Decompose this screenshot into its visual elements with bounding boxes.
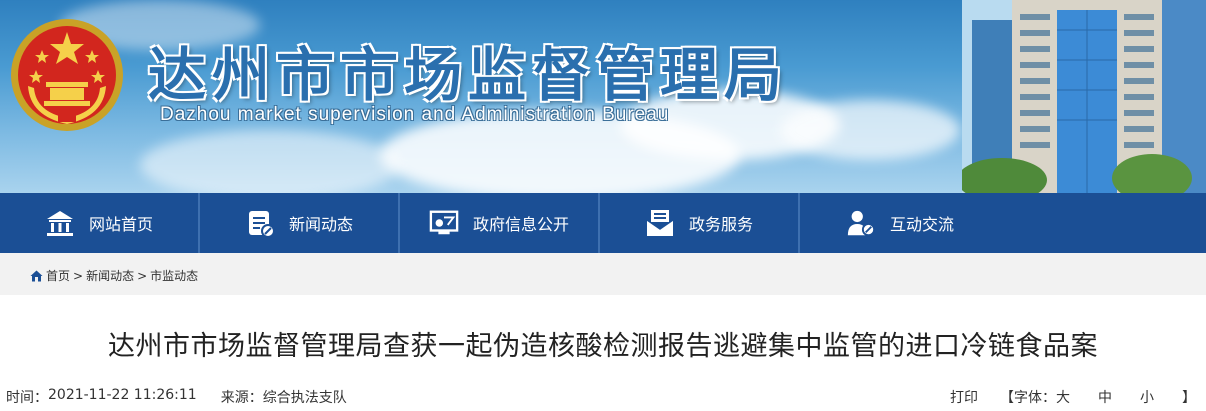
- nav-item-label: 政务服务: [688, 215, 753, 234]
- home-icon: [45, 208, 75, 238]
- font-size-label: 字体：: [1014, 390, 1056, 406]
- font-open-bracket: 【: [1000, 390, 1014, 406]
- breadcrumb: 首页 > 新闻动态 > 市监动态: [30, 267, 198, 284]
- article-title: 达州市市场监督管理局查获一起伪造核酸检测报告逃避集中监管的进口冷链食品案: [108, 331, 1098, 362]
- font-medium-button[interactable]: 中: [1098, 387, 1112, 407]
- breadcrumb-city-news[interactable]: 市监动态: [150, 267, 198, 284]
- breadcrumb-home[interactable]: 首页: [46, 267, 70, 284]
- breadcrumb-bar: 首页 > 新闻动态 > 市监动态: [0, 253, 1206, 295]
- nav-item-info-disclosure[interactable]: 政府信息公开: [400, 193, 600, 253]
- site-banner: 达州市市场监督管理局 Dazhou market supervision and…: [0, 0, 1206, 193]
- meta-spacer: [197, 387, 221, 407]
- article-tools: 打印 【 字体： 大 中 小 】: [950, 387, 1196, 407]
- info-disclosure-icon: [429, 208, 459, 238]
- nav-item-label: 网站首页: [88, 215, 153, 234]
- cloud-decoration: [140, 130, 400, 193]
- bureau-building-image: [962, 0, 1206, 193]
- breadcrumb-separator: >: [137, 268, 148, 283]
- nav-item-news[interactable]: 新闻动态: [200, 193, 400, 253]
- site-title: 达州市市场监督管理局: [148, 41, 789, 109]
- service-mail-icon: [645, 208, 675, 238]
- nav-item-service[interactable]: 政务服务: [600, 193, 800, 253]
- publish-time: 2021-11-22 11:26:11: [48, 387, 197, 403]
- national-emblem-icon: [11, 19, 123, 131]
- time-label: 时间：: [6, 390, 48, 406]
- article-meta: 时间： 2021-11-22 11:26:11 来源： 综合执法支队: [6, 387, 347, 407]
- main-nav: 网站首页 新闻动态 政府信息公开 政务服务 互动交流: [0, 193, 1206, 253]
- nav-item-label: 互动交流: [889, 215, 954, 234]
- site-subtitle: Dazhou market supervision and Administra…: [160, 104, 670, 125]
- breadcrumb-separator: >: [73, 268, 84, 283]
- home-icon: [30, 270, 43, 282]
- nav-item-label: 新闻动态: [288, 215, 353, 234]
- article-source: 综合执法支队: [262, 390, 347, 406]
- news-icon: [245, 208, 275, 238]
- source-label: 来源：: [220, 390, 263, 406]
- nav-item-label: 政府信息公开: [472, 215, 569, 234]
- font-large-button[interactable]: 大: [1056, 387, 1070, 407]
- nav-item-home[interactable]: 网站首页: [0, 193, 200, 253]
- breadcrumb-news[interactable]: 新闻动态: [86, 267, 134, 284]
- font-close-bracket: 】: [1182, 390, 1196, 406]
- font-small-button[interactable]: 小: [1140, 387, 1154, 407]
- nav-item-interaction[interactable]: 互动交流: [800, 193, 1000, 253]
- user-interaction-icon: [846, 208, 876, 238]
- print-button[interactable]: 打印: [950, 387, 978, 407]
- cloud-decoration: [780, 100, 960, 160]
